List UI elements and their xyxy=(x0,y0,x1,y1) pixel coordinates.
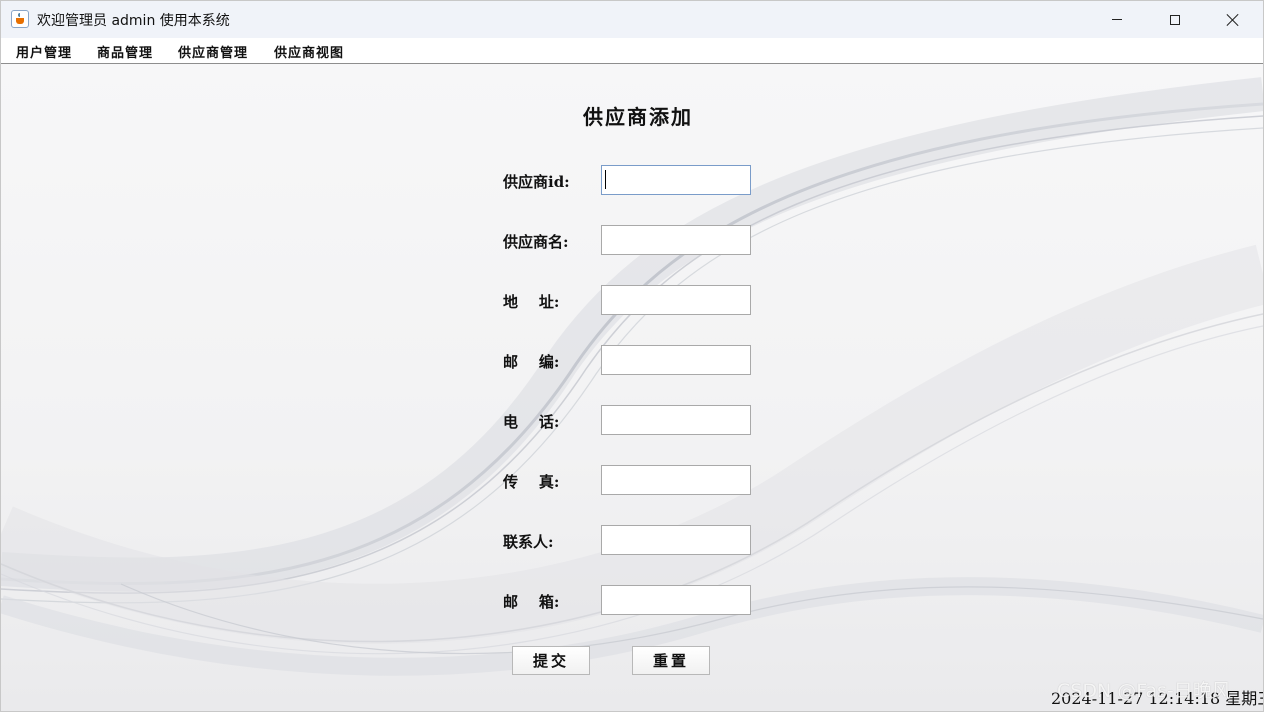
contact-person-label: 联系人: xyxy=(503,533,554,551)
app-window: 欢迎管理员 admin 使用本系统 用户管理 商品管理 供应商管理 供应商视图 xyxy=(0,0,1264,712)
supplier-id-label: 供应商id: xyxy=(503,173,570,191)
address-input[interactable] xyxy=(601,285,751,315)
email-input[interactable] xyxy=(601,585,751,615)
supplier-name-input[interactable] xyxy=(601,225,751,255)
window-title: 欢迎管理员 admin 使用本系统 xyxy=(37,13,230,29)
email-label: 邮 箱: xyxy=(503,593,560,611)
supplier-id-input[interactable] xyxy=(601,165,751,195)
postcode-input[interactable] xyxy=(601,345,751,375)
fax-input[interactable] xyxy=(601,465,751,495)
content-panel: 供应商添加 供应商id: 供应商名: 地 址: 邮 编: 电 话: 传 真: 联… xyxy=(1,64,1263,711)
menu-product-management[interactable]: 商品管理 xyxy=(97,42,153,61)
postcode-label: 邮 编: xyxy=(503,353,560,371)
maximize-button[interactable] xyxy=(1146,1,1204,38)
menu-user-management[interactable]: 用户管理 xyxy=(16,42,72,61)
title-bar[interactable]: 欢迎管理员 admin 使用本系统 xyxy=(1,1,1263,38)
submit-button[interactable]: 提交 xyxy=(512,646,590,675)
menu-supplier-management[interactable]: 供应商管理 xyxy=(178,42,248,61)
maximize-icon xyxy=(1170,14,1180,25)
address-label: 地 址: xyxy=(503,293,560,311)
supplier-name-label: 供应商名: xyxy=(503,233,569,251)
reset-button[interactable]: 重置 xyxy=(632,646,710,675)
java-cup-icon xyxy=(11,10,29,28)
minimize-button[interactable] xyxy=(1088,1,1146,38)
phone-input[interactable] xyxy=(601,405,751,435)
form-title: 供应商添加 xyxy=(583,105,693,129)
minimize-icon xyxy=(1112,19,1122,20)
close-icon xyxy=(1227,14,1239,26)
contact-person-input[interactable] xyxy=(601,525,751,555)
menu-bar: 用户管理 商品管理 供应商管理 供应商视图 xyxy=(1,38,1263,64)
menu-supplier-view[interactable]: 供应商视图 xyxy=(274,42,344,61)
fax-label: 传 真: xyxy=(503,473,560,491)
close-button[interactable] xyxy=(1204,1,1262,38)
status-clock: 2024-11-27 12:14:18 星期三 xyxy=(1051,689,1263,708)
text-caret xyxy=(605,170,606,189)
phone-label: 电 话: xyxy=(503,413,560,431)
